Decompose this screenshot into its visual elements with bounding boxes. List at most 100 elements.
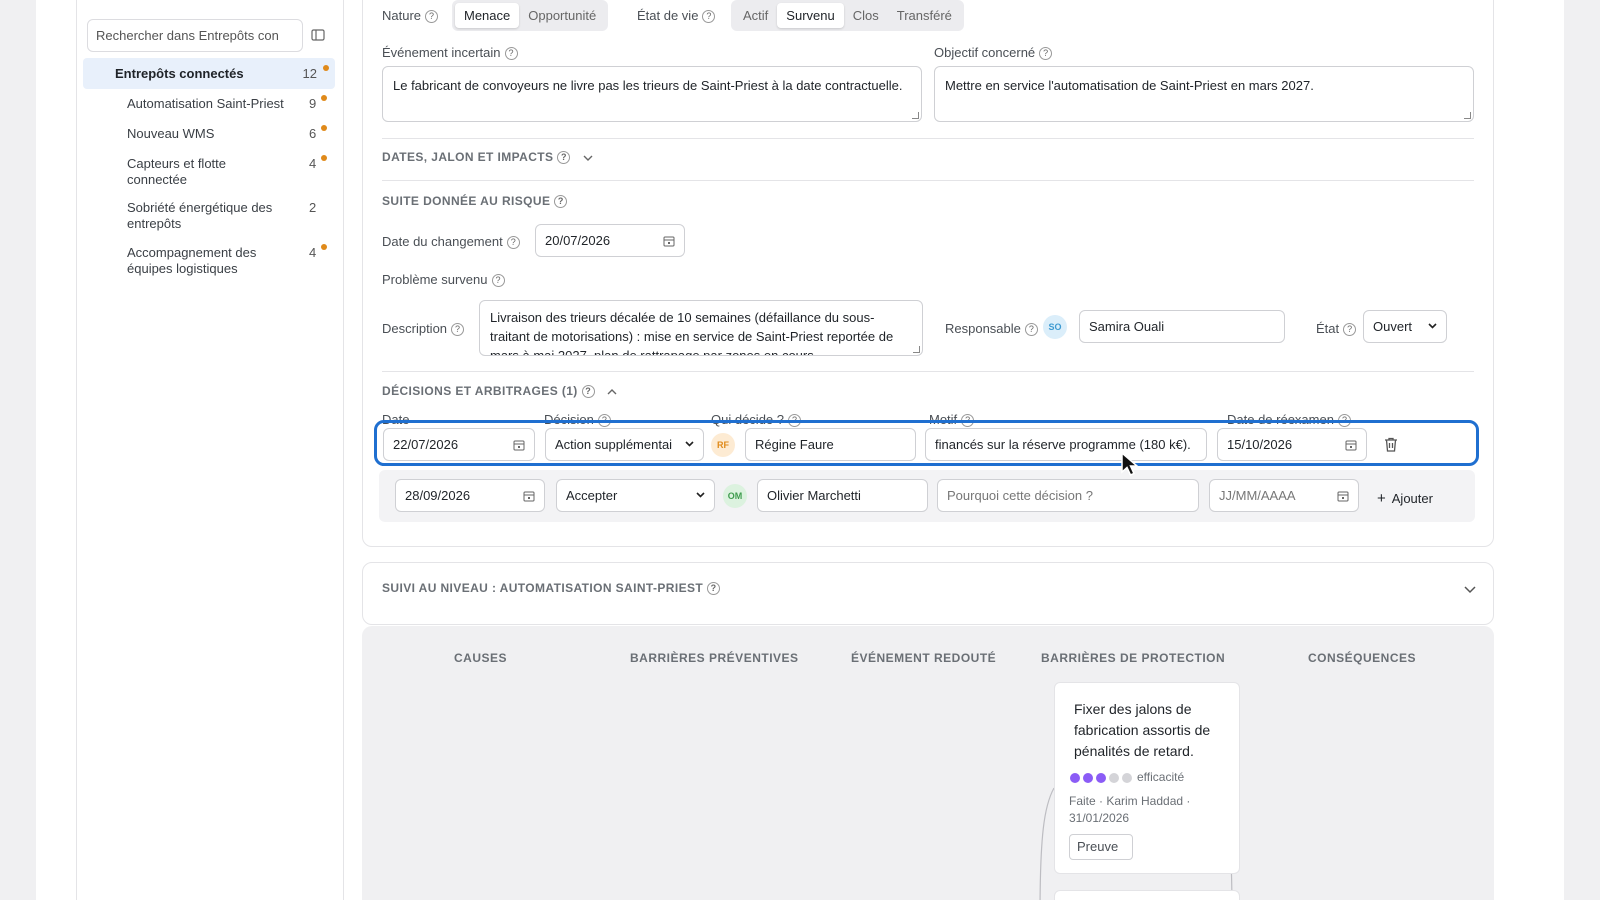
warning-dot-icon bbox=[321, 95, 327, 101]
date-changement-input[interactable]: 20/07/2026 bbox=[535, 224, 685, 257]
decisions-section-toggle[interactable]: DÉCISIONS ET ARBITRAGES (1)? bbox=[382, 384, 618, 399]
chevron-down-icon[interactable] bbox=[1463, 585, 1477, 594]
etat-value: Ouvert bbox=[1373, 319, 1413, 334]
decision-select[interactable]: Action supplémentai bbox=[545, 428, 704, 461]
responsable-input[interactable]: Samira Ouali bbox=[1079, 310, 1285, 343]
efficacite-dot-filled bbox=[1096, 773, 1106, 783]
calendar-icon[interactable] bbox=[513, 439, 525, 451]
new-decision-date-input[interactable]: 28/09/2026 bbox=[395, 479, 545, 512]
etat-vie-option-clos[interactable]: Clos bbox=[844, 3, 888, 28]
proof-input[interactable]: Preuve bbox=[1069, 834, 1133, 860]
objectif-text: Mettre en service l'automatisation de Sa… bbox=[945, 78, 1314, 93]
sidebar-item-label: Nouveau WMS bbox=[127, 126, 215, 141]
calendar-icon[interactable] bbox=[1337, 490, 1349, 502]
sidebar-item-count: 9 bbox=[309, 96, 317, 111]
app-window: Entrepôts connectés 12 Automatisation Sa… bbox=[36, 0, 1564, 900]
divider bbox=[382, 138, 1474, 139]
calendar-icon[interactable] bbox=[663, 235, 675, 247]
sidebar-toggle-icon[interactable] bbox=[311, 28, 325, 42]
description-textarea[interactable]: Livraison des trieurs décalée de 10 sema… bbox=[479, 300, 923, 356]
new-decision-select[interactable]: Accepter bbox=[556, 479, 715, 512]
resize-handle-icon[interactable] bbox=[912, 112, 919, 119]
chevron-down-icon bbox=[685, 441, 694, 447]
suivi-card[interactable]: SUIVI AU NIVEAU : AUTOMATISATION SAINT-P… bbox=[362, 562, 1494, 625]
help-icon[interactable]: ? bbox=[1343, 323, 1357, 337]
new-decision-motif-input[interactable]: Pourquoi cette décision ? bbox=[937, 479, 1199, 512]
evenement-text: Le fabricant de convoyeurs ne livre pas … bbox=[393, 78, 903, 93]
objectif-textarea[interactable]: Mettre en service l'automatisation de Sa… bbox=[934, 66, 1474, 122]
decision-qui-input[interactable]: Régine Faure bbox=[745, 428, 916, 461]
trash-icon[interactable] bbox=[1384, 437, 1398, 452]
help-icon[interactable]: ? bbox=[707, 582, 721, 596]
warning-dot-icon bbox=[323, 65, 329, 71]
new-decision-value: Accepter bbox=[566, 488, 618, 503]
calendar-icon[interactable] bbox=[523, 490, 535, 502]
barrier-text: Fixer des jalons de fabrication assortis… bbox=[1074, 701, 1211, 759]
barrier-card[interactable] bbox=[1054, 890, 1240, 900]
new-decision-qui-input[interactable]: Olivier Marchetti bbox=[757, 479, 928, 512]
decision-motif-input[interactable]: financés sur la réserve programme (180 k… bbox=[925, 428, 1207, 461]
description-text: Livraison des trieurs décalée de 10 sema… bbox=[490, 310, 894, 356]
help-icon[interactable]: ? bbox=[702, 10, 716, 24]
decision-date-input[interactable]: 22/07/2026 bbox=[383, 428, 535, 461]
etat-vie-option-survenu[interactable]: Survenu bbox=[777, 3, 844, 28]
risk-card: Nature? Menace Opportunité État de vie? … bbox=[362, 0, 1494, 547]
help-icon[interactable]: ? bbox=[491, 274, 505, 288]
etat-select[interactable]: Ouvert bbox=[1363, 310, 1447, 343]
add-decision-button[interactable]: + Ajouter bbox=[1377, 490, 1433, 507]
decision-value: Action supplémentai bbox=[555, 437, 673, 452]
suite-section-title: SUITE DONNÉE AU RISQUE? bbox=[382, 194, 568, 209]
divider bbox=[382, 180, 1474, 181]
evenement-label: Événement incertain? bbox=[382, 45, 518, 61]
etat-vie-option-actif[interactable]: Actif bbox=[734, 3, 777, 28]
nature-option-opportunite[interactable]: Opportunité bbox=[519, 3, 605, 28]
probleme-label: Problème survenu? bbox=[382, 272, 505, 288]
help-icon[interactable]: ? bbox=[506, 236, 520, 250]
date-changement-label: Date du changement? bbox=[382, 234, 520, 250]
sidebar-item-label: Accompagnement des équipes logistiques bbox=[127, 245, 257, 276]
sidebar-item-count: 4 bbox=[309, 245, 317, 260]
col-barrieres-protection: BARRIÈRES DE PROTECTION bbox=[1041, 651, 1226, 665]
divider bbox=[382, 371, 1474, 372]
add-decision-label: Ajouter bbox=[1391, 491, 1433, 506]
sidebar-item-label: Sobriété énergétique des entrepôts bbox=[127, 200, 273, 231]
evenement-textarea[interactable]: Le fabricant de convoyeurs ne livre pas … bbox=[382, 66, 922, 122]
nature-label: Nature? bbox=[382, 8, 439, 24]
plus-icon: + bbox=[1377, 490, 1386, 507]
new-decision-reexamen-input[interactable]: JJ/MM/AAAA bbox=[1209, 479, 1359, 512]
sidebar-item-count: 6 bbox=[309, 126, 317, 141]
new-decision-reexamen-placeholder: JJ/MM/AAAA bbox=[1219, 488, 1296, 503]
dates-section-toggle[interactable]: DATES, JALON ET IMPACTS? bbox=[382, 150, 594, 165]
etat-vie-label: État de vie? bbox=[637, 8, 716, 24]
bowtie-diagram: CAUSES BARRIÈRES PRÉVENTIVES ÉVÉNEMENT R… bbox=[362, 626, 1494, 900]
help-icon[interactable]: ? bbox=[1039, 47, 1053, 61]
help-icon[interactable]: ? bbox=[504, 47, 518, 61]
barrier-meta-date: 31/01/2026 bbox=[1069, 811, 1130, 825]
chevron-down-icon bbox=[1428, 323, 1437, 329]
chevron-up-icon bbox=[607, 388, 617, 395]
sidebar-item-entrepots-connectes[interactable]: Entrepôts connectés 12 bbox=[83, 58, 335, 89]
etat-vie-option-transfere[interactable]: Transféré bbox=[888, 3, 961, 28]
decision-date-value: 22/07/2026 bbox=[393, 437, 459, 452]
resize-handle-icon[interactable] bbox=[913, 346, 920, 353]
calendar-icon[interactable] bbox=[1345, 439, 1357, 451]
sidebar-item-label: Capteurs et flotte connectée bbox=[127, 156, 226, 187]
help-icon[interactable]: ? bbox=[557, 151, 571, 165]
suivi-title: SUIVI AU NIVEAU : AUTOMATISATION SAINT-P… bbox=[382, 581, 721, 596]
sidebar-item-count: 12 bbox=[302, 66, 317, 81]
help-icon[interactable]: ? bbox=[451, 323, 465, 337]
nature-option-menace[interactable]: Menace bbox=[455, 3, 520, 28]
help-icon[interactable]: ? bbox=[554, 195, 568, 209]
sidebar-item-label: Automatisation Saint-Priest bbox=[127, 96, 284, 111]
col-consequences: CONSÉQUENCES bbox=[1308, 651, 1417, 665]
barrier-card[interactable]: Fixer des jalons de fabrication assortis… bbox=[1054, 682, 1240, 874]
help-icon[interactable]: ? bbox=[581, 385, 595, 399]
help-icon[interactable]: ? bbox=[1024, 323, 1038, 337]
resize-handle-icon[interactable] bbox=[1464, 112, 1471, 119]
help-icon[interactable]: ? bbox=[425, 10, 439, 24]
decision-reexamen-value: 15/10/2026 bbox=[1227, 437, 1293, 452]
decision-reexamen-input[interactable]: 15/10/2026 bbox=[1217, 428, 1367, 461]
search-input[interactable] bbox=[87, 19, 303, 52]
nature-segmented: Menace Opportunité bbox=[452, 0, 609, 31]
chevron-down-icon bbox=[583, 155, 593, 161]
